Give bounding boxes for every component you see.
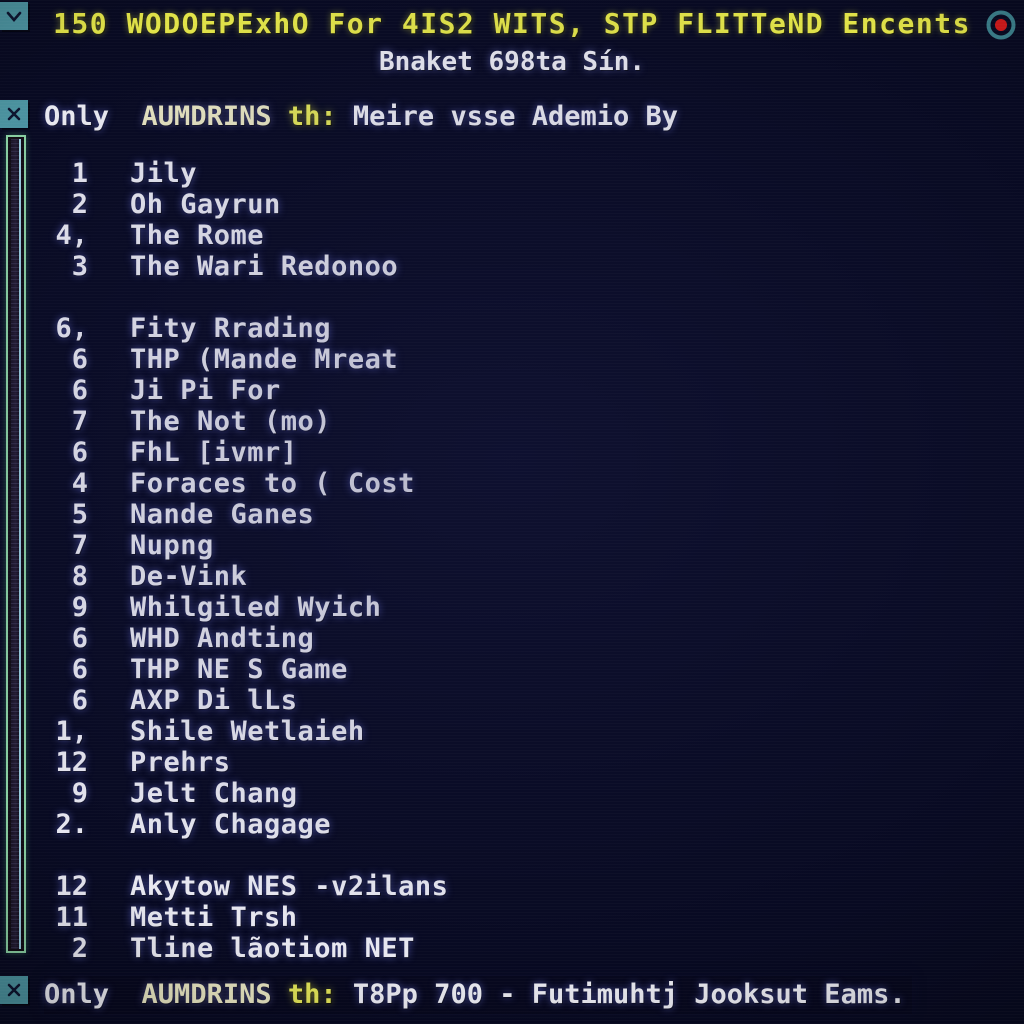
status-bar-detail: T8Pp 700 - Futimuhtj Jooksut Eams.: [352, 979, 906, 1010]
record-icon: [986, 10, 1016, 40]
close-icon: [4, 980, 24, 1000]
chevron-down-icon: [4, 6, 24, 26]
collapse-button[interactable]: [0, 2, 28, 30]
list-item[interactable]: 6 THP NE S Game: [0, 654, 1024, 685]
status-bar-prefix: Only: [44, 979, 110, 1010]
list-item-label: Oh Gayrun: [130, 189, 281, 220]
list-item-label: De-Vink: [130, 561, 248, 592]
list-item-label: The Not (mo): [130, 406, 332, 437]
list-item-label: THP (Mande Mreat: [130, 344, 399, 375]
status-bar-name: AUMDRINS: [141, 979, 272, 1010]
list-item-label: AXP Di lLs: [130, 685, 298, 716]
section-header: Only AUMDRINS th: Meire vsse Ademio By: [44, 100, 678, 134]
list-item[interactable]: 6 Ji Pi For: [0, 375, 1024, 406]
list-item[interactable]: 1, Shile Wetlaieh: [0, 716, 1024, 747]
page-title: 150 WODOEPExhO For 4IS2 WITS, STP FLITTe…: [53, 7, 971, 40]
list-item-label: Shile Wetlaieh: [130, 716, 365, 747]
list-item[interactable]: 9 Jelt Chang: [0, 778, 1024, 809]
list-item[interactable]: 6 THP (Mande Mreat: [0, 344, 1024, 375]
page-subtitle: Bnaket 698ta Sín.: [378, 47, 646, 77]
list-item-label: The Rome: [130, 220, 265, 251]
list-item-label: Fity Rrading: [130, 313, 332, 344]
section-header-detail: Meire vsse Ademio By: [352, 101, 679, 132]
list-item-label: Metti Trsh: [130, 902, 298, 933]
list-item-label: Nupng: [130, 530, 214, 561]
close-status-button[interactable]: [0, 976, 28, 1004]
record-button[interactable]: [984, 8, 1018, 42]
list-item[interactable]: 6 AXP Di lLs: [0, 685, 1024, 716]
scrollbar-thumb[interactable]: [11, 139, 21, 949]
list-item[interactable]: 3 The Wari Redonoo: [0, 251, 1024, 282]
list-item[interactable]: 12 Prehrs: [0, 747, 1024, 778]
list-item-label: Tline lãotiom NET: [130, 933, 415, 964]
list-item-label: WHD Andting: [130, 623, 315, 654]
list-item[interactable]: 12 Akytow NES -v2ilans: [0, 871, 1024, 902]
close-icon: [4, 104, 24, 124]
list-item[interactable]: 9 Whilgiled Wyich: [0, 592, 1024, 623]
header: 150 WODOEPExhO For 4IS2 WITS, STP FLITTe…: [0, 0, 1024, 79]
list-item[interactable]: 11 Metti Trsh: [0, 902, 1024, 933]
vertical-scrollbar[interactable]: [6, 135, 26, 953]
list-item-label: Whilgiled Wyich: [130, 592, 382, 623]
list-item[interactable]: 2. Anly Chagage: [0, 809, 1024, 840]
list-item-label: THP NE S Game: [130, 654, 348, 685]
status-bar: Only AUMDRINS th: T8Pp 700 - Futimuhtj J…: [44, 976, 912, 1014]
list-item[interactable]: 2 Tline lãotiom NET: [0, 933, 1024, 964]
list-item[interactable]: 6 FhL [ivmr]: [0, 437, 1024, 468]
section-header-separator: th:: [287, 101, 337, 132]
list-item[interactable]: 1 Jily: [0, 158, 1024, 189]
list-item[interactable]: 4, The Rome: [0, 220, 1024, 251]
list-item[interactable]: 6, Fity Rrading: [0, 313, 1024, 344]
section-header-name: AUMDRINS: [141, 101, 272, 132]
list-item-label: Jelt Chang: [130, 778, 298, 809]
list-item-label: Nande Ganes: [130, 499, 315, 530]
list-item[interactable]: 5 Nande Ganes: [0, 499, 1024, 530]
status-bar-separator: th:: [287, 979, 337, 1010]
list-item[interactable]: 7 Nupng: [0, 530, 1024, 561]
list-item-label: Prehrs: [130, 747, 231, 778]
list-item[interactable]: 8 De-Vink: [0, 561, 1024, 592]
list-item[interactable]: 6 WHD Andting: [0, 623, 1024, 654]
list-item-label: Foraces to ( Cost: [130, 468, 415, 499]
list-item[interactable]: 4 Foraces to ( Cost: [0, 468, 1024, 499]
item-list: 1 Jily 2 Oh Gayrun 4, The Rome 3 The Wari Redon…: [0, 158, 1024, 964]
close-section-button[interactable]: [0, 100, 28, 128]
list-item-label: FhL [ivmr]: [130, 437, 298, 468]
list-item-label: Ji Pi For: [130, 375, 281, 406]
list-item[interactable]: 7 The Not (mo): [0, 406, 1024, 437]
section-header-prefix: Only: [44, 101, 110, 132]
list-item-label: Akytow NES -v2ilans: [130, 871, 449, 902]
list-item-label: The Wari Redonoo: [130, 251, 399, 282]
terminal-screen: 150 WODOEPExhO For 4IS2 WITS, STP FLITTe…: [0, 0, 1024, 1024]
list-item-label: Anly Chagage: [130, 809, 332, 840]
list-item[interactable]: 2 Oh Gayrun: [0, 189, 1024, 220]
list-item-label: Jily: [130, 158, 198, 189]
